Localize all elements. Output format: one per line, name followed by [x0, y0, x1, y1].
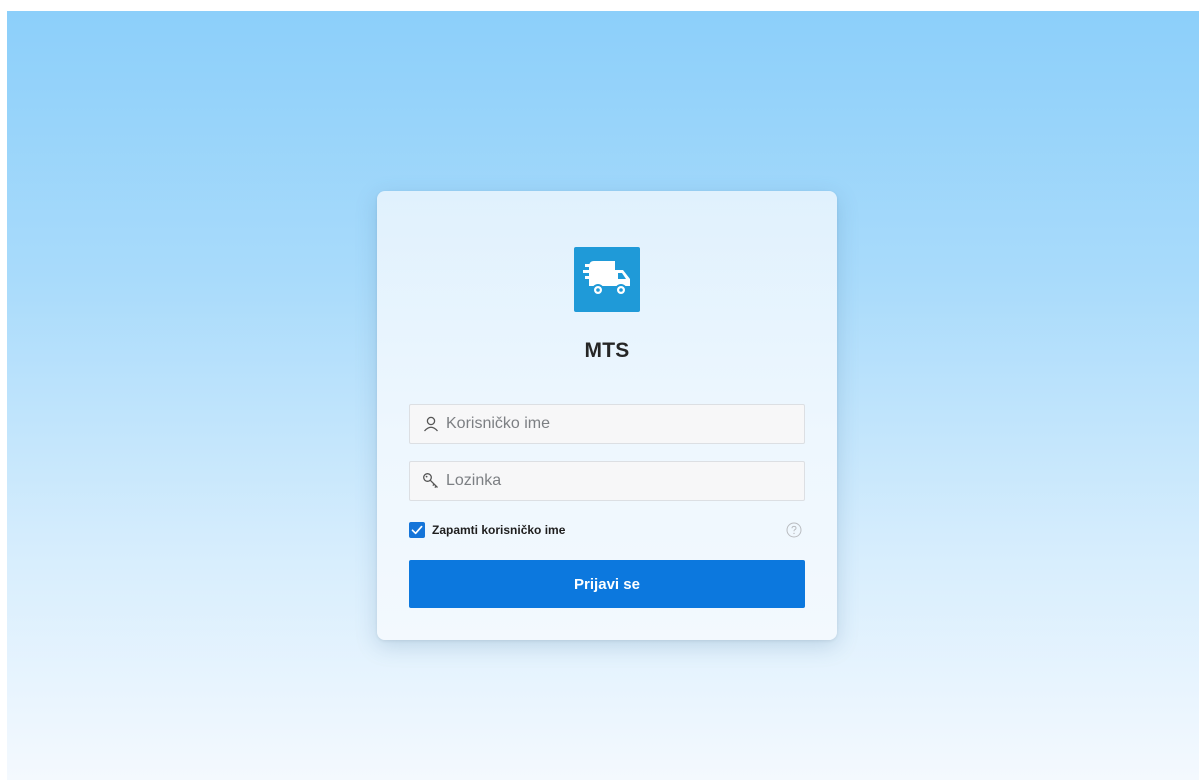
delivery-truck-icon — [583, 261, 630, 296]
key-icon — [423, 473, 438, 489]
username-field[interactable] — [409, 404, 805, 444]
app-logo — [574, 247, 640, 312]
remember-checkbox[interactable] — [409, 522, 425, 538]
login-card: MTS Zapamti korisničko ime — [377, 191, 837, 640]
password-input[interactable] — [446, 462, 796, 500]
checkmark-icon — [411, 525, 423, 535]
app-title: MTS — [584, 339, 630, 362]
login-button[interactable]: Prijavi se — [409, 560, 805, 608]
password-field[interactable] — [409, 461, 805, 501]
user-icon — [424, 416, 438, 432]
question-circle-icon[interactable] — [786, 522, 802, 538]
remember-label[interactable]: Zapamti korisničko ime — [432, 523, 565, 537]
username-input[interactable] — [446, 405, 796, 443]
login-page-background: MTS Zapamti korisničko ime — [7, 11, 1199, 780]
